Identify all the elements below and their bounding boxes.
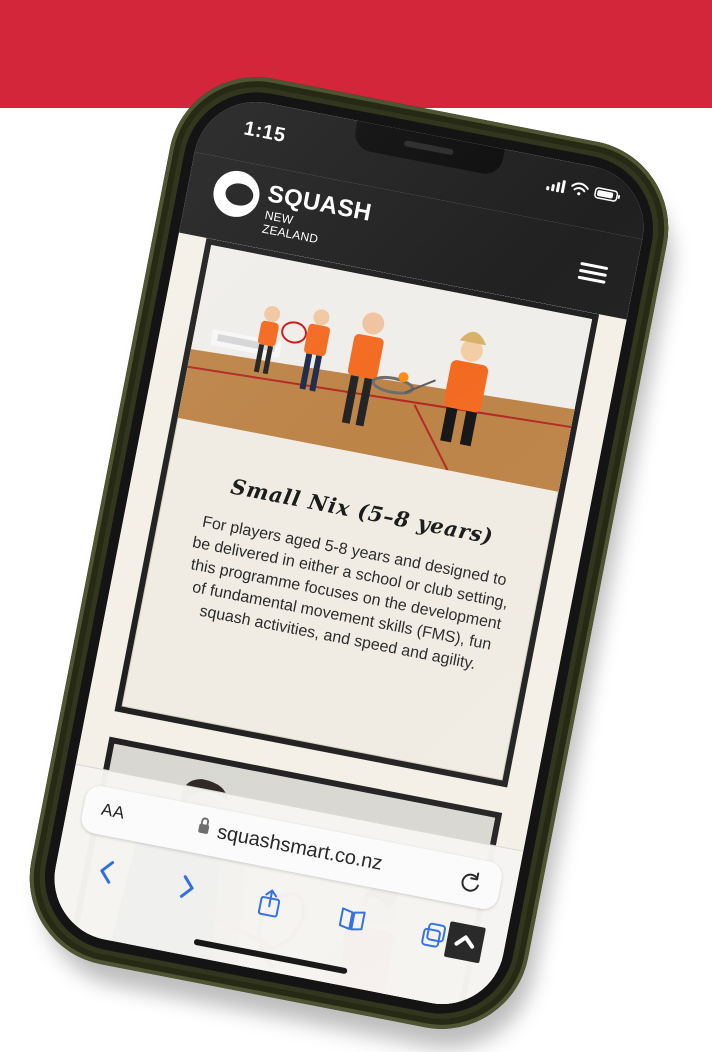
phone-screen: 1:15 SQUASH NEW ZEALAND Small Nix (5–8 y…	[43, 91, 655, 1015]
url-domain: squashsmart.co.nz	[215, 821, 385, 875]
mockup-stage: 1:15 SQUASH NEW ZEALAND Small Nix (5–8 y…	[0, 0, 712, 1052]
forward-button[interactable]	[163, 863, 212, 912]
tabs-icon	[421, 922, 447, 948]
bookmarks-icon	[338, 907, 366, 931]
program-card: Small Nix (5–8 years) For players aged 5…	[114, 238, 600, 788]
lock-icon	[197, 823, 210, 835]
speaker-slot	[403, 140, 454, 156]
menu-button[interactable]	[577, 258, 613, 288]
wifi-icon	[569, 181, 589, 198]
share-button[interactable]	[245, 879, 294, 928]
red-banner	[0, 0, 712, 108]
squash-logo-icon	[209, 166, 264, 221]
battery-icon	[593, 185, 623, 204]
phone-body: 1:15 SQUASH NEW ZEALAND Small Nix (5–8 y…	[32, 79, 666, 1027]
status-icons	[545, 176, 623, 204]
back-button[interactable]	[82, 847, 131, 896]
signal-icon	[545, 177, 567, 193]
forward-icon	[179, 875, 194, 898]
tabs-button[interactable]	[410, 911, 459, 960]
reload-icon	[461, 872, 480, 892]
reader-mode-button[interactable]: AA	[100, 800, 127, 824]
phone-case: 1:15 SQUASH NEW ZEALAND Small Nix (5–8 y…	[14, 62, 684, 1044]
reload-button[interactable]	[454, 866, 487, 899]
back-icon	[100, 861, 115, 884]
hamburger-menu-icon	[577, 275, 606, 284]
status-time: 1:15	[242, 117, 288, 148]
site-logo[interactable]: SQUASH NEW ZEALAND	[207, 166, 374, 253]
share-icon	[257, 889, 281, 918]
bookmarks-button[interactable]	[328, 895, 377, 944]
program-copy: Small Nix (5–8 years) For players aged 5…	[173, 467, 526, 680]
camera-notch	[352, 120, 505, 177]
